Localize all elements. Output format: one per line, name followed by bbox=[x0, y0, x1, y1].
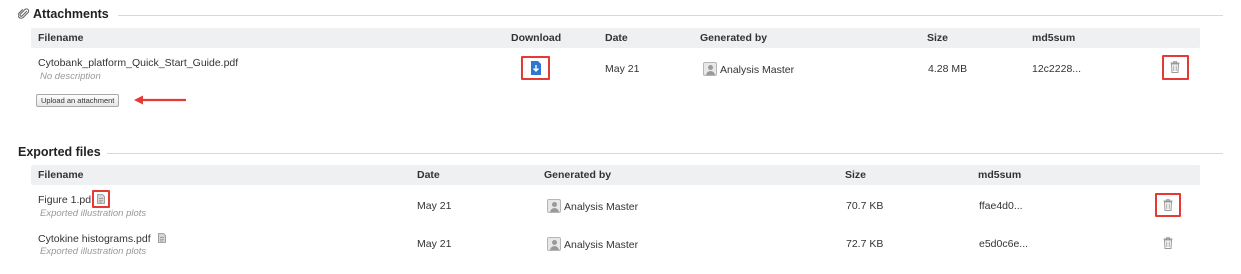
exported-md5sum: e5d0c6e... bbox=[979, 238, 1029, 250]
col-filename: Filename bbox=[38, 169, 84, 181]
attachments-divider bbox=[118, 15, 1223, 16]
col-md5sum: md5sum bbox=[1032, 32, 1076, 44]
exported-generated-by-name: Analysis Master bbox=[564, 201, 639, 213]
col-filename: Filename bbox=[38, 32, 84, 44]
exported-size: 72.7 KB bbox=[846, 238, 884, 250]
attachment-description: No description bbox=[40, 71, 101, 82]
exported-date: May 21 bbox=[417, 238, 452, 250]
col-generated-by: Generated by bbox=[700, 32, 768, 44]
exported-files-divider bbox=[107, 153, 1223, 154]
col-date: Date bbox=[605, 32, 628, 44]
exported-generated-by: Analysis Master bbox=[547, 237, 638, 251]
arrow-left-icon bbox=[134, 95, 186, 105]
avatar bbox=[547, 237, 561, 251]
exported-generated-by: Analysis Master bbox=[547, 199, 638, 213]
exported-generated-by-name: Analysis Master bbox=[564, 239, 639, 251]
col-size: Size bbox=[845, 169, 867, 181]
attachment-generated-by: Analysis Master bbox=[703, 62, 794, 76]
trash-icon[interactable] bbox=[1163, 237, 1173, 249]
attachment-filename[interactable]: Cytobank_platform_Quick_Start_Guide.pdf bbox=[38, 57, 238, 69]
paperclip-icon bbox=[18, 8, 30, 19]
attachment-size: 4.28 MB bbox=[928, 63, 968, 75]
exported-size: 70.7 KB bbox=[846, 200, 884, 212]
trash-icon[interactable] bbox=[1163, 199, 1173, 211]
attachments-table-header: Filename Download Date Generated by Size… bbox=[31, 28, 1200, 48]
exported-files-title: Exported files bbox=[18, 145, 101, 159]
file-icon[interactable] bbox=[158, 233, 166, 243]
file-icon[interactable] bbox=[97, 194, 105, 204]
exported-description: Exported illustration plots bbox=[40, 208, 147, 219]
attachment-md5sum: 12c2228... bbox=[1032, 63, 1082, 75]
download-icon[interactable] bbox=[530, 61, 542, 75]
upload-attachment-button[interactable]: Upload an attachment bbox=[36, 94, 120, 107]
exported-filename[interactable]: Cytokine histograms.pdf bbox=[38, 233, 151, 245]
attachments-title: Attachments bbox=[33, 7, 109, 21]
attachments-section-title: Attachments bbox=[18, 7, 109, 21]
exported-table-header: Filename Date Generated by Size md5sum bbox=[31, 165, 1200, 185]
col-download: Download bbox=[511, 32, 562, 44]
exported-date: May 21 bbox=[417, 200, 452, 212]
col-generated-by: Generated by bbox=[544, 169, 612, 181]
avatar bbox=[547, 199, 561, 213]
exported-description: Exported illustration plots bbox=[40, 246, 147, 257]
exported-files-section-title: Exported files bbox=[18, 145, 101, 159]
exported-filename[interactable]: Figure 1.pd bbox=[38, 194, 91, 206]
col-date: Date bbox=[417, 169, 440, 181]
attachment-generated-by-name: Analysis Master bbox=[720, 64, 795, 76]
exported-md5sum: ffae4d0... bbox=[979, 200, 1023, 212]
col-md5sum: md5sum bbox=[978, 169, 1022, 181]
trash-icon[interactable] bbox=[1170, 61, 1180, 73]
attachment-date: May 21 bbox=[605, 63, 640, 75]
avatar bbox=[703, 62, 717, 76]
col-size: Size bbox=[927, 32, 949, 44]
